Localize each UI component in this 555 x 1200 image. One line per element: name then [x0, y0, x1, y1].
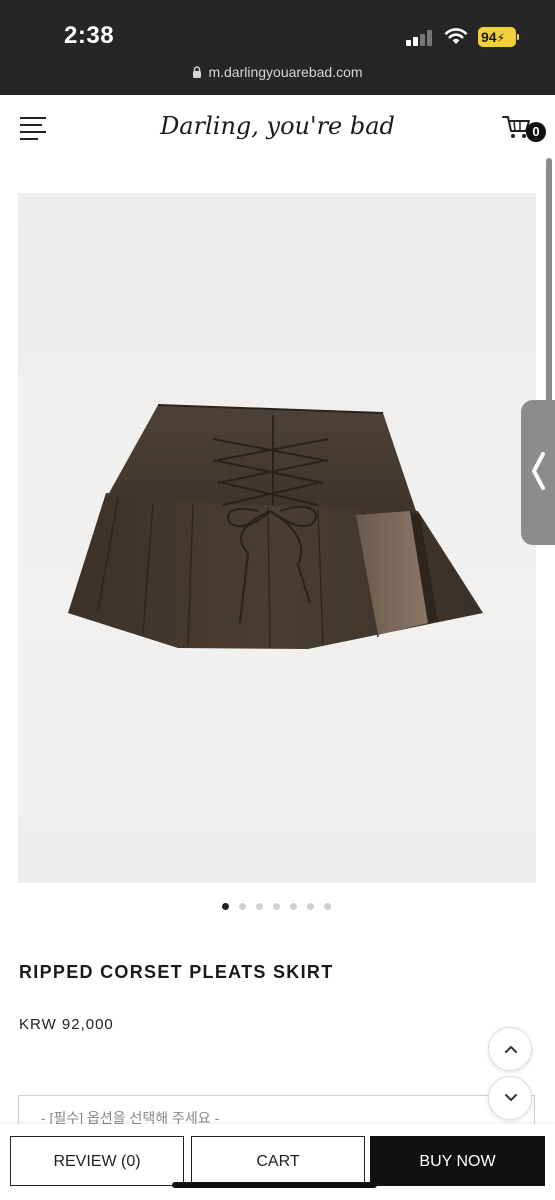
cart-button[interactable]: CART — [191, 1136, 365, 1186]
buy-now-button[interactable]: BUY NOW — [370, 1136, 545, 1186]
gallery-dot[interactable] — [324, 903, 331, 910]
chevron-down-icon — [505, 1094, 517, 1101]
home-indicator — [172, 1182, 377, 1188]
gallery-dot[interactable] — [256, 903, 263, 910]
status-time: 2:38 — [64, 22, 115, 49]
scroll-bottom-button[interactable] — [488, 1076, 532, 1120]
battery-icon: 94⚡ — [478, 27, 519, 47]
gallery-dot[interactable] — [307, 903, 314, 910]
chevron-up-icon — [505, 1046, 517, 1053]
wifi-icon — [444, 28, 468, 44]
skirt-photo — [68, 404, 483, 649]
review-button[interactable]: REVIEW (0) — [10, 1136, 184, 1186]
chevron-left-icon — [532, 452, 545, 490]
url-text: m.darlingyouarebad.com — [208, 64, 363, 80]
lock-icon — [193, 66, 202, 78]
page-scrollbar[interactable] — [546, 158, 552, 408]
cellular-signal-icon — [406, 30, 434, 46]
address-bar[interactable]: m.darlingyouarebad.com — [0, 64, 555, 86]
status-bar: 2:38 94⚡ m.darlingyouarebad.com — [0, 0, 555, 95]
cart-count-badge: 0 — [526, 122, 546, 142]
side-drawer-tab[interactable] — [521, 400, 555, 545]
gallery-dot[interactable] — [290, 903, 297, 910]
gallery-dot[interactable] — [222, 903, 229, 910]
gallery-dot[interactable] — [239, 903, 246, 910]
product-price: KRW 92,000 — [19, 1016, 114, 1033]
battery-level: 94 — [481, 29, 497, 45]
gallery-dot[interactable] — [273, 903, 280, 910]
scroll-top-button[interactable] — [488, 1027, 532, 1071]
product-image[interactable] — [18, 193, 536, 883]
product-title: RIPPED CORSET PLEATS SKIRT — [19, 962, 334, 982]
brand-logo[interactable]: Darling, you're bad — [0, 112, 555, 140]
product-page: 2:38 94⚡ m.darlingyouarebad.com Darling,… — [0, 0, 555, 1200]
